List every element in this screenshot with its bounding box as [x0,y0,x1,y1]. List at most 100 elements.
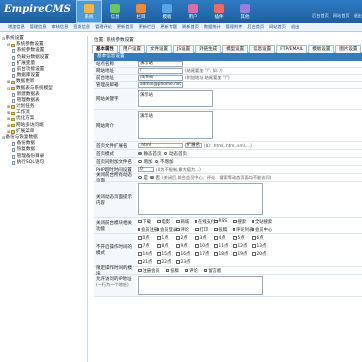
php_ext-radio-0[interactable] [138,159,142,164]
refresh_modes-checkbox-16[interactable] [176,252,180,256]
close_modules-checkbox-6[interactable] [252,219,254,224]
refresh_modes-label-21: 21点 [142,260,153,265]
index-file-input[interactable]: .html [138,142,183,149]
index_mode-radio-1[interactable] [163,151,167,156]
tab-8[interactable]: 模板设置 [308,45,335,53]
subnav-link-8[interactable]: 刷新首页 [182,24,199,30]
refresh_modes-checkbox-3[interactable] [195,236,199,240]
refresh_modes-checkbox-6[interactable] [252,236,256,240]
subnav-link-4[interactable]: 管理评论 [95,24,112,30]
folder-icon [10,80,15,85]
close_modules-checkbox-8[interactable] [157,227,159,232]
subnav-link-11[interactable]: 后台首页 [247,24,264,30]
close_modules-checkbox-9[interactable] [176,227,180,232]
tab-7[interactable]: FTP/EMAIL [276,45,308,53]
admin-email-input[interactable]: admin@phome.net [138,82,183,88]
refresh_modes-checkbox-18[interactable] [214,252,218,256]
close_modules-checkbox-3[interactable] [195,219,197,224]
subnav-link-0[interactable]: 增加信息 [8,24,25,30]
refresh_modes-checkbox-2[interactable] [176,236,180,240]
refresh_modes-checkbox-5[interactable] [233,236,237,240]
refresh_modes-checkbox-9[interactable] [176,244,180,248]
label-description: 网站简介 [94,110,136,141]
time_limit-checkbox-0[interactable] [138,268,142,273]
topnav-4[interactable]: 用户 [180,0,206,23]
close-message-textarea[interactable] [138,183,263,215]
refresh_modes-checkbox-17[interactable] [195,252,199,256]
refresh_modes-checkbox-19[interactable] [233,252,237,256]
close_modules-checkbox-0[interactable] [138,219,142,224]
ip-limit-textarea[interactable] [138,276,263,295]
keywords-textarea[interactable]: 演示站 [138,90,213,107]
toplink-0[interactable]: 后台首页 [312,13,329,19]
subnav-link-12[interactable]: 网站首页 [269,24,286,30]
subnav-link-5[interactable]: 更新首页 [117,24,134,30]
subnav-link-9[interactable]: 数据统计 [204,24,221,30]
refresh_modes-checkbox-20[interactable] [252,252,256,256]
news-url-input[interactable]: /d/file/ [138,75,183,81]
close_modules-checkbox-4[interactable] [214,219,218,224]
description-textarea[interactable]: 演示站 [138,111,213,139]
index-ext-select[interactable]: 扩展名 [185,142,202,149]
refresh_modes-checkbox-12[interactable] [233,244,237,248]
topnav-3[interactable]: 模板 [154,0,180,23]
close_modules-checkbox-12[interactable] [233,227,235,232]
time_limit-checkbox-2[interactable] [184,268,189,273]
close_modules-checkbox-1[interactable] [157,219,161,224]
sidebar-item-20[interactable]: 执行SQL语句 [0,160,87,166]
tab-1[interactable]: 用户设置 [119,45,145,53]
close_modules-checkbox-7[interactable] [138,227,140,232]
refresh_modes-checkbox-13[interactable] [252,244,256,248]
tab-2[interactable]: 文件设置 [146,45,172,53]
site-url-input[interactable]: / [138,68,183,74]
subnav-link-3[interactable]: 签发信息 [73,24,90,30]
php-timeout-input[interactable]: 0 [138,166,154,173]
topnav-6[interactable]: 其他 [232,0,258,23]
topnav-2[interactable]: 栏目 [128,0,154,23]
topnav-0[interactable]: 系统 [76,0,102,23]
close_modules-checkbox-2[interactable] [176,219,180,224]
refresh_modes-checkbox-15[interactable] [157,252,161,256]
refresh_modes-checkbox-22[interactable] [157,260,161,264]
refresh_modes-checkbox-0[interactable] [138,236,142,240]
refresh_modes-checkbox-11[interactable] [214,244,218,248]
refresh_modes-checkbox-10[interactable] [195,244,199,248]
topnav-5[interactable]: 插件 [206,0,232,23]
tab-3[interactable]: JS设置 [173,45,195,53]
subnav-link-7[interactable]: 更新专题 [160,24,177,30]
refresh_modes-checkbox-7[interactable] [138,244,142,248]
tab-9[interactable]: 图片设置 [335,45,362,53]
close_site-radio-0[interactable] [138,175,142,180]
refresh_modes-checkbox-1[interactable] [157,236,161,240]
refresh_modes-checkbox-8[interactable] [157,244,161,248]
close_modules-checkbox-5[interactable] [233,219,237,224]
tab-5[interactable]: 模型设置 [222,45,249,53]
subnav-link-10[interactable]: 管理附件 [226,24,243,30]
toplink-1[interactable]: 网站首页 [333,13,350,19]
refresh_modes-checkbox-21[interactable] [138,260,142,264]
close_modules-checkbox-11[interactable] [214,227,218,232]
time_limit-checkbox-1[interactable] [165,268,170,273]
site-name-input[interactable]: 演示站 [138,61,183,67]
refresh_modes-checkbox-23[interactable] [176,260,180,264]
subnav-link-13[interactable]: 退出 [291,24,299,30]
tab-4[interactable]: 外链生成 [195,45,222,53]
php_ext-radio-1[interactable] [154,159,158,164]
topnav-icon-1 [110,3,120,13]
label-site-name: 站点名称 [94,61,136,67]
toplink-2[interactable]: 退出 [354,13,362,19]
close_site-radio-1[interactable] [150,175,154,180]
row-site-name: 站点名称 演示站 [94,61,362,68]
index_mode-radio-0[interactable] [138,151,142,156]
close_modules-checkbox-13[interactable] [252,227,254,232]
tab-6[interactable]: 信息设置 [249,45,276,53]
subnav-link-2[interactable]: 审核信息 [52,24,69,30]
subnav-link-6[interactable]: 更新栏目 [139,24,156,30]
time_limit-checkbox-3[interactable] [203,268,208,273]
subnav-link-1[interactable]: 管理信息 [30,24,47,30]
refresh_modes-checkbox-14[interactable] [138,252,142,256]
refresh_modes-checkbox-4[interactable] [214,236,218,240]
close_modules-checkbox-10[interactable] [195,227,199,232]
topnav-1[interactable]: 信息 [102,0,128,23]
tab-0[interactable]: 基本属性 [92,45,118,53]
